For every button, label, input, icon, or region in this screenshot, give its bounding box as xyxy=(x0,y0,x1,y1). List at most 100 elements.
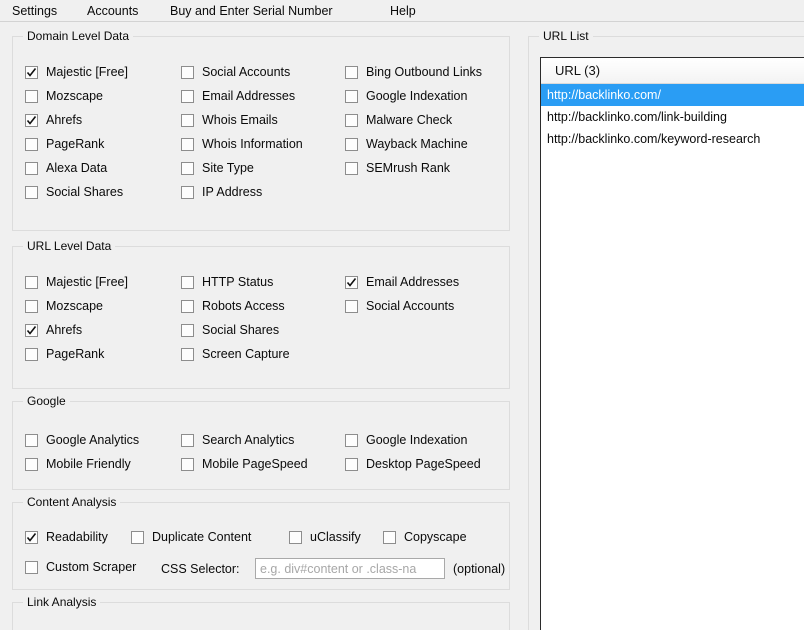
checkbox-box xyxy=(25,434,38,447)
checkbox-domain-semrush-rank[interactable]: SEMrush Rank xyxy=(345,160,450,177)
menu-bar: Settings Accounts Buy and Enter Serial N… xyxy=(0,0,804,22)
checkbox-box xyxy=(181,348,194,361)
checkbox-box xyxy=(383,531,396,544)
url-list-box[interactable]: URL (3) http://backlinko.com/ http://bac… xyxy=(540,57,804,630)
checkbox-label: Social Accounts xyxy=(202,65,291,79)
group-title-url-level-data: URL Level Data xyxy=(23,239,116,253)
checkbox-box xyxy=(345,114,358,127)
menu-item-buy-and-enter-serial-number[interactable]: Buy and Enter Serial Number xyxy=(168,2,335,20)
checkbox-box xyxy=(181,434,194,447)
checkbox-box xyxy=(345,434,358,447)
checkbox-label: Google Indexation xyxy=(366,433,468,447)
checkbox-label: Google Analytics xyxy=(46,433,140,447)
checkbox-domain-majestic-free[interactable]: Majestic [Free] xyxy=(25,64,128,81)
checkbox-google-indexation[interactable]: Google Indexation xyxy=(345,432,467,449)
checkbox-url-social-shares[interactable]: Social Shares xyxy=(181,322,279,339)
checkbox-domain-google-indexation[interactable]: Google Indexation xyxy=(345,88,467,105)
checkbox-label: Readability xyxy=(46,530,108,544)
checkbox-domain-email-addresses[interactable]: Email Addresses xyxy=(181,88,295,105)
group-title-domain-level-data: Domain Level Data xyxy=(23,29,134,43)
checkbox-domain-social-shares[interactable]: Social Shares xyxy=(25,184,123,201)
checkbox-label: Desktop PageSpeed xyxy=(366,457,481,471)
url-list-column-header[interactable]: URL (3) xyxy=(541,63,600,78)
menu-item-accounts[interactable]: Accounts xyxy=(85,2,140,20)
checkbox-label: Copyscape xyxy=(404,530,467,544)
checkbox-readability[interactable]: Readability xyxy=(25,529,108,546)
list-item[interactable]: http://backlinko.com/link-building xyxy=(541,106,804,128)
application-window: Settings Accounts Buy and Enter Serial N… xyxy=(0,0,804,630)
checkbox-box xyxy=(25,531,38,544)
checkbox-box xyxy=(345,162,358,175)
checkbox-label: Google Indexation xyxy=(366,89,468,103)
checkbox-google-mobile-pagespeed[interactable]: Mobile PageSpeed xyxy=(181,456,308,473)
group-google: Google Google Analytics Mobile Friendly … xyxy=(12,394,510,490)
checkbox-domain-whois-emails[interactable]: Whois Emails xyxy=(181,112,278,129)
checkbox-label: Duplicate Content xyxy=(152,530,252,544)
checkbox-domain-social-accounts[interactable]: Social Accounts xyxy=(181,64,290,81)
checkbox-copyscape[interactable]: Copyscape xyxy=(383,529,467,546)
checkbox-box xyxy=(25,138,38,151)
checkbox-box xyxy=(345,276,358,289)
checkbox-box xyxy=(181,276,194,289)
checkbox-label: Site Type xyxy=(202,161,254,175)
checkbox-uclassify[interactable]: uClassify xyxy=(289,529,361,546)
checkbox-label: PageRank xyxy=(46,137,105,151)
checkbox-box xyxy=(181,90,194,103)
checkbox-domain-wayback-machine[interactable]: Wayback Machine xyxy=(345,136,468,153)
checkbox-box xyxy=(25,66,38,79)
checkbox-label: Screen Capture xyxy=(202,347,290,361)
checkbox-domain-bing-outbound-links[interactable]: Bing Outbound Links xyxy=(345,64,482,81)
checkbox-google-analytics[interactable]: Google Analytics xyxy=(25,432,139,449)
checkbox-label: Email Addresses xyxy=(366,275,460,289)
checkbox-domain-alexa-data[interactable]: Alexa Data xyxy=(25,160,107,177)
checkbox-label: Mobile PageSpeed xyxy=(202,457,308,471)
menu-item-help[interactable]: Help xyxy=(388,2,418,20)
checkbox-domain-malware-check[interactable]: Malware Check xyxy=(345,112,452,129)
checkbox-box xyxy=(25,162,38,175)
checkbox-domain-site-type[interactable]: Site Type xyxy=(181,160,254,177)
group-link-analysis: Link Analysis xyxy=(12,595,510,630)
checkbox-label: Ahrefs xyxy=(46,113,83,127)
list-item[interactable]: http://backlinko.com/keyword-research xyxy=(541,128,804,150)
checkbox-domain-pagerank[interactable]: PageRank xyxy=(25,136,104,153)
checkbox-box xyxy=(25,90,38,103)
checkbox-domain-ahrefs[interactable]: Ahrefs xyxy=(25,112,82,129)
checkbox-box xyxy=(25,300,38,313)
checkbox-url-email-addresses[interactable]: Email Addresses xyxy=(345,274,459,291)
checkbox-label: HTTP Status xyxy=(202,275,274,289)
checkbox-url-majestic-free[interactable]: Majestic [Free] xyxy=(25,274,128,291)
checkbox-label: IP Address xyxy=(202,185,263,199)
checkbox-url-pagerank[interactable]: PageRank xyxy=(25,346,104,363)
url-text: http://backlinko.com/ xyxy=(547,88,661,102)
checkbox-duplicate-content[interactable]: Duplicate Content xyxy=(131,529,251,546)
checkbox-box xyxy=(181,458,194,471)
checkbox-domain-mozscape[interactable]: Mozscape xyxy=(25,88,103,105)
checkbox-box xyxy=(345,458,358,471)
checkbox-label: Whois Emails xyxy=(202,113,278,127)
checkbox-url-screen-capture[interactable]: Screen Capture xyxy=(181,346,290,363)
checkbox-url-robots-access[interactable]: Robots Access xyxy=(181,298,285,315)
group-title-google: Google xyxy=(23,394,70,408)
list-item[interactable]: http://backlinko.com/ xyxy=(541,84,804,106)
checkbox-custom-scraper[interactable]: Custom Scraper xyxy=(25,559,136,576)
menu-item-settings[interactable]: Settings xyxy=(10,2,59,20)
css-selector-input[interactable] xyxy=(255,558,445,579)
checkbox-domain-whois-information[interactable]: Whois Information xyxy=(181,136,303,153)
checkbox-box xyxy=(25,276,38,289)
checkbox-url-social-accounts[interactable]: Social Accounts xyxy=(345,298,454,315)
checkbox-label: PageRank xyxy=(46,347,105,361)
checkbox-label: Alexa Data xyxy=(46,161,108,175)
checkbox-google-search-analytics[interactable]: Search Analytics xyxy=(181,432,294,449)
group-title-link-analysis: Link Analysis xyxy=(23,595,101,609)
checkbox-box xyxy=(131,531,144,544)
group-title-content-analysis: Content Analysis xyxy=(23,495,121,509)
group-url-list: URL List URL (3) http://backlinko.com/ h… xyxy=(528,29,804,630)
checkbox-url-http-status[interactable]: HTTP Status xyxy=(181,274,273,291)
checkbox-url-ahrefs[interactable]: Ahrefs xyxy=(25,322,82,339)
checkbox-url-mozscape[interactable]: Mozscape xyxy=(25,298,103,315)
checkbox-box xyxy=(181,66,194,79)
checkbox-domain-ip-address[interactable]: IP Address xyxy=(181,184,262,201)
checkbox-label: SEMrush Rank xyxy=(366,161,451,175)
checkbox-google-desktop-pagespeed[interactable]: Desktop PageSpeed xyxy=(345,456,481,473)
checkbox-google-mobile-friendly[interactable]: Mobile Friendly xyxy=(25,456,131,473)
